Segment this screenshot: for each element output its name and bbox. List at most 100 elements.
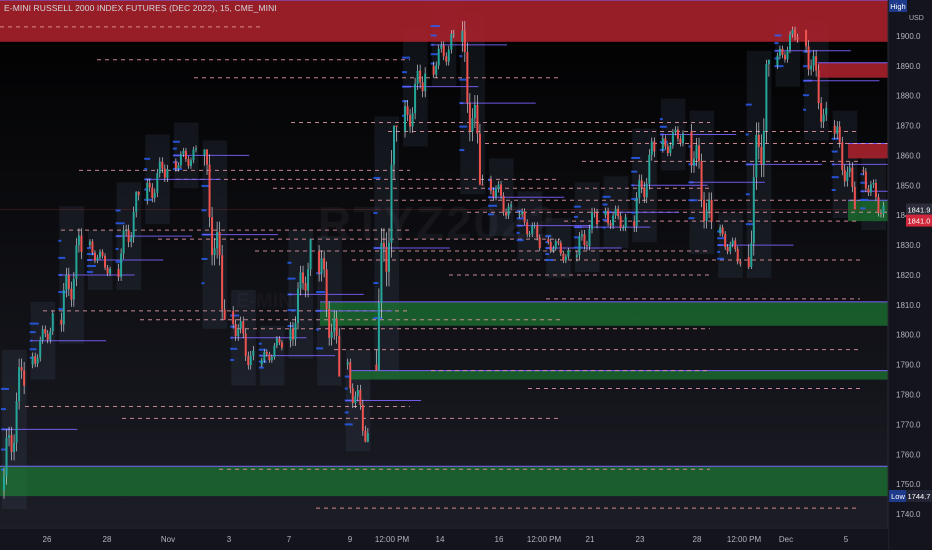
candle-body[interactable]: [260, 360, 263, 365]
candle-body[interactable]: [364, 430, 367, 442]
candle-body[interactable]: [280, 342, 283, 348]
candle-body[interactable]: [559, 242, 562, 254]
candle-body[interactable]: [318, 251, 321, 274]
candle-body[interactable]: [750, 243, 753, 268]
candle-body[interactable]: [721, 227, 724, 235]
candle-body[interactable]: [18, 367, 21, 401]
candle-body[interactable]: [273, 345, 276, 358]
candle-body[interactable]: [848, 167, 851, 172]
candle-body[interactable]: [461, 30, 464, 42]
candle-body[interactable]: [497, 184, 500, 189]
candle-body[interactable]: [3, 476, 5, 491]
candle-body[interactable]: [452, 33, 455, 35]
candle-body[interactable]: [432, 65, 435, 75]
candle-body[interactable]: [13, 442, 16, 452]
candle-body[interactable]: [679, 138, 682, 144]
candle-body[interactable]: [299, 272, 302, 289]
candle-body[interactable]: [127, 230, 130, 242]
candle-body[interactable]: [719, 227, 722, 234]
candle-body[interactable]: [471, 118, 474, 132]
price-chart[interactable]: 1740.0 1750.0 1760.0 1770.0 1780.0 1790.0 1800…: [0, 0, 932, 550]
candle-body[interactable]: [189, 160, 192, 166]
candle-body[interactable]: [184, 150, 187, 160]
candle-body[interactable]: [762, 130, 765, 165]
candle-body[interactable]: [120, 253, 123, 277]
candle-body[interactable]: [247, 356, 250, 366]
candle-body[interactable]: [349, 362, 352, 389]
candle-body[interactable]: [752, 177, 755, 244]
candle-body[interactable]: [101, 251, 104, 256]
candle-body[interactable]: [5, 437, 8, 477]
candle-body[interactable]: [393, 125, 395, 165]
candle-body[interactable]: [330, 331, 333, 338]
candle-body[interactable]: [77, 235, 80, 246]
candle-body[interactable]: [49, 331, 52, 340]
candle-body[interactable]: [137, 191, 140, 196]
candle-body[interactable]: [614, 208, 617, 216]
candle-body[interactable]: [466, 52, 469, 104]
candle-body[interactable]: [822, 114, 825, 122]
candle-body[interactable]: [291, 328, 294, 340]
candle-body[interactable]: [208, 164, 211, 218]
candle-body[interactable]: [41, 329, 44, 341]
candle-body[interactable]: [765, 64, 768, 131]
candle-body[interactable]: [562, 253, 565, 261]
candle-body[interactable]: [710, 200, 713, 222]
candle-body[interactable]: [489, 179, 492, 191]
candle-body[interactable]: [767, 59, 770, 65]
candle-body[interactable]: [338, 335, 341, 377]
candle-body[interactable]: [203, 149, 206, 156]
candle-body[interactable]: [596, 213, 599, 225]
candle-body[interactable]: [578, 236, 581, 256]
candle-body[interactable]: [435, 65, 438, 75]
candle-body[interactable]: [450, 34, 453, 50]
candle-body[interactable]: [731, 240, 734, 245]
candle-body[interactable]: [617, 208, 620, 217]
candle-body[interactable]: [125, 230, 128, 232]
candle-body[interactable]: [807, 46, 810, 70]
candle-body[interactable]: [395, 125, 398, 127]
candle-body[interactable]: [862, 170, 865, 172]
candle-body[interactable]: [841, 142, 844, 170]
candle-body[interactable]: [734, 240, 737, 250]
candle-body[interactable]: [648, 154, 651, 184]
candle-body[interactable]: [820, 103, 823, 122]
candle-body[interactable]: [216, 231, 219, 249]
candle-body[interactable]: [91, 241, 94, 253]
candle-body[interactable]: [643, 187, 646, 198]
candle-body[interactable]: [669, 145, 672, 154]
candle-body[interactable]: [796, 37, 799, 40]
candle-body[interactable]: [237, 328, 240, 337]
candle-body[interactable]: [67, 274, 70, 289]
candle-body[interactable]: [664, 138, 667, 147]
candle-body[interactable]: [869, 184, 872, 193]
candle-body[interactable]: [39, 340, 42, 358]
candle-body[interactable]: [810, 65, 813, 70]
candle-body[interactable]: [375, 364, 378, 371]
candle-body[interactable]: [424, 73, 427, 92]
candle-body[interactable]: [20, 367, 23, 371]
candle-body[interactable]: [815, 56, 818, 71]
candle-body[interactable]: [195, 148, 197, 150]
candle-body[interactable]: [851, 167, 854, 187]
candle-body[interactable]: [794, 29, 797, 38]
candle-body[interactable]: [242, 321, 245, 334]
candle-body[interactable]: [729, 244, 732, 252]
candle-body[interactable]: [325, 269, 328, 310]
candle-body[interactable]: [755, 134, 758, 178]
candle-body[interactable]: [416, 70, 419, 84]
candle-body[interactable]: [575, 255, 578, 258]
candle-body[interactable]: [557, 241, 560, 243]
candle-body[interactable]: [825, 107, 828, 115]
candle-body[interactable]: [31, 356, 34, 365]
candle-body[interactable]: [671, 132, 674, 146]
candle-body[interactable]: [437, 48, 440, 66]
candle-body[interactable]: [726, 247, 729, 252]
candle-body[interactable]: [783, 54, 786, 60]
candle-body[interactable]: [65, 274, 68, 291]
candle-body[interactable]: [786, 49, 789, 60]
candle-body[interactable]: [130, 237, 133, 242]
candle-body[interactable]: [612, 215, 615, 226]
candle-body[interactable]: [192, 149, 195, 161]
candle-body[interactable]: [478, 133, 481, 185]
